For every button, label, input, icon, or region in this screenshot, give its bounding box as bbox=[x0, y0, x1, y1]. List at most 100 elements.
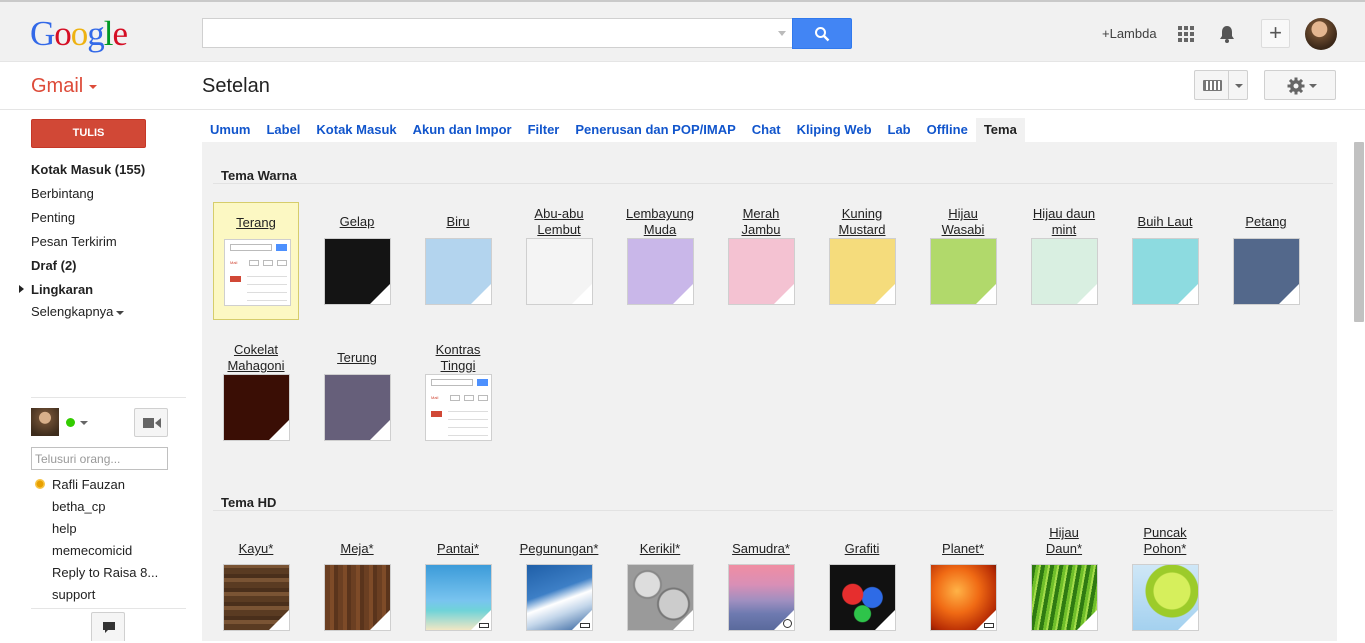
contact-item[interactable]: help bbox=[52, 521, 77, 536]
bell-icon[interactable] bbox=[1217, 24, 1237, 44]
theme-thumbnail[interactable] bbox=[223, 564, 290, 631]
hd-theme-option[interactable]: Puncak Pohon* bbox=[1122, 525, 1208, 643]
tab-web-clips[interactable]: Kliping Web bbox=[789, 118, 880, 142]
tab-chat[interactable]: Chat bbox=[744, 118, 789, 142]
theme-label: Grafiti bbox=[844, 541, 880, 556]
color-theme-option[interactable]: Buih Laut bbox=[1122, 202, 1208, 320]
contact-item[interactable]: Reply to Raisa 8... bbox=[52, 565, 158, 580]
contact-item[interactable]: support bbox=[52, 587, 95, 602]
tab-forwarding-pop-imap[interactable]: Penerusan dan POP/IMAP bbox=[567, 118, 743, 142]
hd-theme-option[interactable]: Kerikil* bbox=[617, 525, 703, 643]
theme-swatch[interactable] bbox=[324, 374, 391, 441]
color-theme-option[interactable]: Kontras Tinggi Mail bbox=[415, 338, 501, 456]
theme-thumbnail[interactable] bbox=[1031, 564, 1098, 631]
sidebar-item-drafts[interactable]: Draf (2) bbox=[31, 258, 77, 273]
theme-swatch[interactable] bbox=[223, 374, 290, 441]
tab-accounts-import[interactable]: Akun dan Impor bbox=[405, 118, 520, 142]
theme-label: Mahagoni bbox=[227, 358, 285, 373]
color-theme-option[interactable]: Cokelat Mahagoni bbox=[213, 338, 299, 456]
hd-theme-option[interactable]: Samudra* bbox=[718, 525, 804, 643]
theme-swatch[interactable]: Mail bbox=[224, 239, 291, 306]
gmail-menu[interactable]: Gmail bbox=[31, 75, 98, 98]
theme-thumbnail[interactable] bbox=[930, 564, 997, 631]
theme-swatch[interactable] bbox=[829, 238, 896, 305]
sidebar-item-circles[interactable]: Lingkaran bbox=[31, 282, 93, 297]
tab-labs[interactable]: Lab bbox=[880, 118, 919, 142]
search-button[interactable] bbox=[792, 18, 852, 49]
contact-item[interactable]: betha_cp bbox=[52, 499, 106, 514]
color-theme-option[interactable]: Merah Jambu bbox=[718, 202, 804, 320]
expand-arrow-icon[interactable] bbox=[19, 285, 24, 293]
theme-thumbnail[interactable] bbox=[1132, 564, 1199, 631]
sidebar-item-sent[interactable]: Pesan Terkirim bbox=[31, 234, 117, 249]
chat-button[interactable] bbox=[91, 612, 125, 641]
color-theme-option[interactable]: Biru bbox=[415, 202, 501, 320]
compose-button[interactable]: TULIS bbox=[31, 119, 146, 148]
color-theme-option[interactable]: Petang bbox=[1223, 202, 1309, 320]
people-search-box[interactable] bbox=[31, 447, 168, 470]
sidebar-item-starred[interactable]: Berbintang bbox=[31, 186, 94, 201]
tab-themes[interactable]: Tema bbox=[975, 118, 1025, 142]
color-theme-option[interactable]: Hijau daun mint bbox=[1021, 202, 1107, 320]
theme-thumbnail[interactable] bbox=[728, 564, 795, 631]
color-theme-option[interactable]: Hijau Wasabi bbox=[920, 202, 1006, 320]
tab-offline[interactable]: Offline bbox=[919, 118, 976, 142]
page-fold-icon bbox=[1077, 284, 1097, 304]
user-plus-link[interactable]: +Lambda bbox=[1102, 26, 1157, 41]
hd-theme-option[interactable]: Pegunungan* bbox=[516, 525, 602, 643]
hd-theme-option[interactable]: Kayu* bbox=[213, 525, 299, 643]
avatar[interactable] bbox=[31, 408, 59, 436]
google-logo[interactable]: Google bbox=[30, 14, 128, 54]
color-theme-option[interactable]: Lembayung Muda bbox=[617, 202, 703, 320]
tab-labels[interactable]: Label bbox=[258, 118, 308, 142]
search-options-icon[interactable] bbox=[778, 31, 786, 36]
avatar[interactable] bbox=[1305, 18, 1337, 50]
theme-label: Kuning bbox=[841, 206, 883, 221]
theme-swatch[interactable] bbox=[324, 238, 391, 305]
people-search-input[interactable] bbox=[32, 448, 167, 469]
theme-thumbnail[interactable] bbox=[526, 564, 593, 631]
chevron-down-icon[interactable] bbox=[80, 421, 88, 425]
chevron-down-icon[interactable] bbox=[1235, 84, 1243, 88]
plus-icon[interactable]: + bbox=[1261, 19, 1290, 48]
tab-general[interactable]: Umum bbox=[202, 118, 258, 142]
theme-swatch[interactable] bbox=[728, 238, 795, 305]
color-theme-option[interactable]: Kuning Mustard bbox=[819, 202, 905, 320]
hd-theme-option[interactable]: Pantai* bbox=[415, 525, 501, 643]
sidebar-item-more[interactable]: Selengkapnya bbox=[31, 304, 125, 319]
apps-grid-icon[interactable] bbox=[1178, 26, 1194, 42]
settings-button[interactable] bbox=[1264, 70, 1336, 100]
hd-theme-option[interactable]: Meja* bbox=[314, 525, 400, 643]
theme-swatch[interactable] bbox=[526, 238, 593, 305]
sidebar-item-inbox[interactable]: Kotak Masuk (155) bbox=[31, 162, 145, 177]
color-theme-option[interactable]: Abu-abu Lembut bbox=[516, 202, 602, 320]
hd-theme-option[interactable]: Grafiti bbox=[819, 525, 905, 643]
contact-item[interactable]: Rafli Fauzan bbox=[52, 477, 125, 492]
theme-thumbnail[interactable] bbox=[829, 564, 896, 631]
tab-inbox[interactable]: Kotak Masuk bbox=[308, 118, 404, 142]
tab-filters[interactable]: Filter bbox=[520, 118, 568, 142]
input-tools-button[interactable] bbox=[1194, 70, 1248, 100]
search-input[interactable] bbox=[203, 19, 763, 47]
hd-theme-option[interactable]: Hijau Daun* bbox=[1021, 525, 1107, 643]
color-theme-option[interactable]: Terung bbox=[314, 338, 400, 456]
theme-swatch[interactable] bbox=[1132, 238, 1199, 305]
scrollbar-thumb[interactable] bbox=[1354, 142, 1364, 322]
theme-swatch[interactable] bbox=[1031, 238, 1098, 305]
video-call-button[interactable] bbox=[134, 408, 168, 437]
sidebar-item-important[interactable]: Penting bbox=[31, 210, 75, 225]
search-box[interactable] bbox=[202, 18, 792, 48]
theme-swatch[interactable] bbox=[425, 238, 492, 305]
theme-thumbnail[interactable] bbox=[627, 564, 694, 631]
color-theme-option[interactable]: Terang Mail bbox=[213, 202, 299, 320]
theme-thumbnail[interactable] bbox=[425, 564, 492, 631]
theme-swatch[interactable] bbox=[1233, 238, 1300, 305]
contact-item[interactable]: memecomicid bbox=[52, 543, 132, 558]
theme-swatch[interactable] bbox=[930, 238, 997, 305]
color-theme-option[interactable]: Gelap bbox=[314, 202, 400, 320]
theme-swatch[interactable]: Mail bbox=[425, 374, 492, 441]
theme-label: Samudra* bbox=[732, 541, 790, 556]
theme-swatch[interactable] bbox=[627, 238, 694, 305]
theme-thumbnail[interactable] bbox=[324, 564, 391, 631]
hd-theme-option[interactable]: Planet* bbox=[920, 525, 1006, 643]
